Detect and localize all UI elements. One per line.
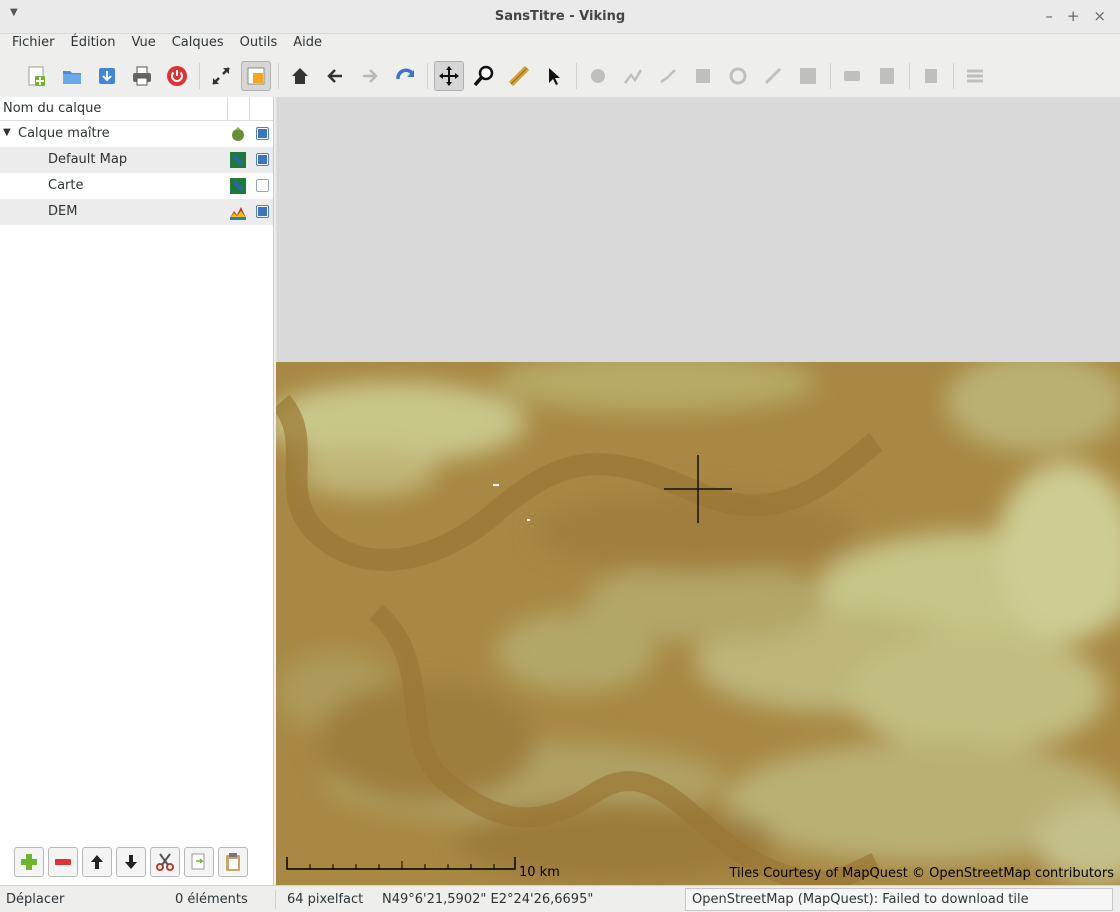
layers-panel: Nom du calque ▼ Calque maître Default Ma… — [0, 97, 274, 885]
toolbar-separator — [953, 63, 954, 89]
dem-terrain-map — [276, 362, 1120, 885]
layer-name: Carte — [48, 178, 84, 193]
map-attribution: Tiles Courtesy of MapQuest © OpenStreetM… — [729, 866, 1114, 881]
status-zoom: 64 pixelfact — [287, 892, 364, 907]
menu-fichier[interactable]: Fichier — [4, 34, 63, 56]
paste-icon — [226, 853, 240, 871]
layer-actions — [14, 847, 248, 877]
arrow-up-icon — [91, 855, 103, 869]
toolbar-separator — [199, 63, 200, 89]
toolbar — [0, 58, 1120, 94]
print-icon[interactable] — [127, 61, 157, 91]
visibility-checkbox[interactable] — [256, 179, 269, 192]
title-bar: ▼ SansTitre - Viking – + × — [0, 0, 1120, 34]
map-layer-icon — [230, 152, 246, 168]
menu-outils[interactable]: Outils — [232, 34, 286, 56]
refresh-icon[interactable] — [390, 61, 420, 91]
column-icon-header[interactable] — [228, 97, 250, 121]
menu-edition[interactable]: Édition — [63, 34, 124, 56]
move-layer-up-button[interactable] — [82, 847, 112, 877]
toolbar-separator — [427, 63, 428, 89]
toolbar-separator — [278, 63, 279, 89]
layers-header: Nom du calque — [0, 97, 273, 121]
crosshair-icon — [664, 455, 732, 523]
map-viewport[interactable]: 10 km Tiles Courtesy of MapQuest © OpenS… — [276, 97, 1120, 885]
status-separator — [275, 890, 276, 909]
layer-row-default-map[interactable]: Default Map — [0, 147, 273, 173]
remove-layer-button[interactable] — [48, 847, 78, 877]
copy-icon — [191, 853, 205, 870]
forward-arrow-icon[interactable] — [355, 61, 385, 91]
layer-row-dem[interactable]: DEM — [0, 199, 273, 225]
new-file-icon[interactable] — [22, 61, 52, 91]
open-folder-icon[interactable] — [57, 61, 87, 91]
edit-waypoint-icon[interactable] — [688, 61, 718, 91]
layer-name: Calque maître — [18, 126, 110, 141]
scale-label: 10 km — [519, 865, 560, 880]
layer-row-carte[interactable]: Carte — [0, 173, 273, 199]
remove-icon — [55, 859, 71, 865]
dem-download-icon[interactable] — [837, 61, 867, 91]
paste-layer-button[interactable] — [218, 847, 248, 877]
select-tool-icon[interactable] — [539, 61, 569, 91]
create-route-icon[interactable] — [653, 61, 683, 91]
status-message: OpenStreetMap (MapQuest): Failed to down… — [692, 892, 1029, 907]
toolbar-separator — [830, 63, 831, 89]
layer-properties-icon[interactable] — [960, 61, 990, 91]
visibility-checkbox[interactable] — [256, 153, 269, 166]
copy-layer-button[interactable] — [184, 847, 214, 877]
home-icon[interactable] — [285, 61, 315, 91]
save-icon[interactable] — [92, 61, 122, 91]
maximize-button[interactable]: + — [1067, 7, 1080, 25]
dem-layer-icon — [230, 207, 246, 220]
download-maps-icon[interactable] — [793, 61, 823, 91]
toolbar-separator — [909, 63, 910, 89]
menu-vue[interactable]: Vue — [123, 34, 163, 56]
scissors-icon — [156, 853, 174, 871]
add-layer-button[interactable] — [14, 847, 44, 877]
layer-name: DEM — [48, 204, 78, 219]
expander-triangle-icon[interactable]: ▼ — [3, 127, 11, 138]
minimize-button[interactable]: – — [1045, 7, 1053, 25]
gps-icon[interactable] — [916, 61, 946, 91]
layer-row-calque-maitre[interactable]: ▼ Calque maître — [0, 121, 273, 147]
pan-tool-icon[interactable] — [434, 61, 464, 91]
ruler-tool-icon[interactable] — [504, 61, 534, 91]
splitter-icon[interactable] — [758, 61, 788, 91]
cut-layer-button[interactable] — [150, 847, 180, 877]
layer-name: Default Map — [48, 152, 128, 167]
back-arrow-icon[interactable] — [320, 61, 350, 91]
zoom-tool-icon[interactable] — [469, 61, 499, 91]
column-name-header[interactable]: Nom du calque — [0, 97, 228, 121]
window-title: SansTitre - Viking — [494, 9, 626, 24]
status-bar: Déplacer 0 éléments 64 pixelfact N49°6'2… — [0, 885, 1120, 912]
map-layer-icon — [230, 178, 246, 194]
scale-bar — [286, 857, 516, 870]
move-layer-down-button[interactable] — [116, 847, 146, 877]
aggregate-layer-icon — [232, 127, 244, 141]
status-position: N49°6'21,5902" E2°24'26,6695" — [382, 892, 594, 907]
edit-trackpoint-icon[interactable] — [723, 61, 753, 91]
status-tool: Déplacer — [6, 892, 65, 907]
menu-calques[interactable]: Calques — [164, 34, 232, 56]
create-waypoint-icon[interactable] — [583, 61, 613, 91]
status-items: 0 éléments — [175, 892, 248, 907]
georef-icon[interactable] — [872, 61, 902, 91]
arrow-down-icon — [125, 855, 137, 869]
status-message-box: OpenStreetMap (MapQuest): Failed to down… — [685, 888, 1113, 911]
menu-aide[interactable]: Aide — [285, 34, 330, 56]
column-visible-header[interactable] — [250, 97, 274, 121]
toolbar-separator — [576, 63, 577, 89]
menu-bar: Fichier Édition Vue Calques Outils Aide — [0, 34, 1120, 56]
toggle-side-panel-icon[interactable] — [241, 61, 271, 91]
add-icon — [21, 854, 37, 870]
visibility-checkbox[interactable] — [256, 127, 269, 140]
visibility-checkbox[interactable] — [256, 205, 269, 218]
close-button[interactable]: × — [1093, 7, 1106, 25]
fullscreen-icon[interactable] — [206, 61, 236, 91]
create-track-icon[interactable] — [618, 61, 648, 91]
quit-power-icon[interactable] — [162, 61, 192, 91]
